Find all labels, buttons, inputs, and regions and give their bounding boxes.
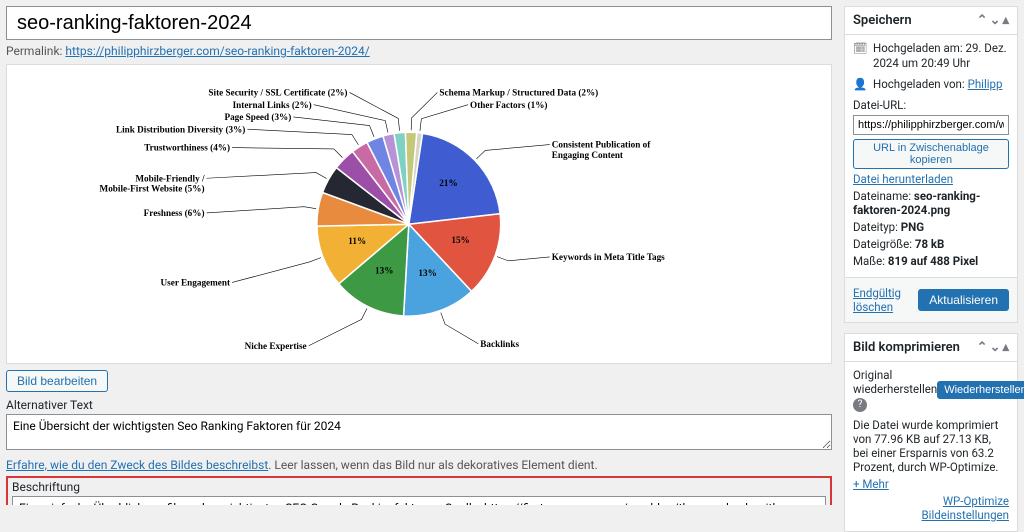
svg-text:Keywords in Meta Title Tags: Keywords in Meta Title Tags [552, 252, 665, 262]
svg-text:Trustworthiness (4%): Trustworthiness (4%) [144, 143, 230, 153]
title-input[interactable] [6, 6, 832, 40]
svg-text:Niche Expertise: Niche Expertise [245, 341, 307, 351]
permalink: Permalink: https://philipphirzberger.com… [6, 44, 832, 58]
file-url-input[interactable] [853, 115, 1009, 135]
svg-text:13%: 13% [418, 268, 436, 278]
svg-text:Internal Links (2%): Internal Links (2%) [233, 100, 312, 110]
help-icon[interactable]: ? [853, 398, 867, 412]
more-link[interactable]: + Mehr [853, 477, 889, 491]
calendar-icon: 🗓 [853, 41, 867, 56]
alt-text-help: Erfahre, wie du den Zweck des Bildes bes… [6, 458, 832, 472]
permalink-url[interactable]: https://philipphirzberger.com/seo-rankin… [65, 44, 369, 58]
caption-highlighted: Beschriftung [6, 476, 832, 505]
svg-text:Page Speed (3%): Page Speed (3%) [224, 112, 291, 122]
svg-text:Freshness (6%): Freshness (6%) [144, 208, 205, 218]
delete-link[interactable]: Endgültig löschen [853, 286, 918, 314]
alt-text-label: Alternativer Text [6, 398, 832, 412]
svg-text:User Engagement: User Engagement [161, 278, 231, 288]
alt-text-input[interactable] [6, 414, 832, 450]
attachment-image: 21% 15% 13% 13% 11% Consistent Publication of… [6, 64, 832, 364]
caption-input[interactable] [12, 496, 826, 505]
svg-text:Backlinks: Backlinks [480, 339, 519, 349]
svg-text:Mobile-Friendly /: Mobile-Friendly / [135, 173, 205, 183]
svg-text:Consistent Publication of: Consistent Publication of [552, 140, 651, 150]
svg-text:21%: 21% [439, 178, 457, 188]
restore-button[interactable]: Wiederherstellen [937, 381, 1024, 399]
caption-label: Beschriftung [12, 480, 826, 494]
update-button[interactable]: Aktualisieren [918, 289, 1009, 311]
permalink-label: Permalink: [6, 44, 62, 58]
save-panel: Speichern ⌃⌄▴ 🗓Hochgeladen am: 29. Dez. … [844, 6, 1018, 323]
svg-text:Site Security / SSL Certificat: Site Security / SSL Certificate (2%) [208, 88, 347, 98]
svg-text:Engaging Content: Engaging Content [552, 150, 624, 160]
svg-text:Schema Markup / Structured Dat: Schema Markup / Structured Data (2%) [439, 88, 598, 98]
alt-text-help-link[interactable]: Erfahre, wie du den Zweck des Bildes bes… [6, 458, 268, 472]
svg-text:11%: 11% [348, 236, 366, 246]
edit-image-button[interactable]: Bild bearbeiten [6, 370, 108, 392]
svg-text:15%: 15% [451, 235, 469, 245]
toggle-icon[interactable]: ▴ [1002, 340, 1009, 355]
svg-text:Other Factors (1%): Other Factors (1%) [470, 100, 547, 110]
chevron-up-icon[interactable]: ⌃ [977, 13, 988, 28]
svg-text:Link Distribution Diversity (3: Link Distribution Diversity (3%) [116, 124, 245, 134]
svg-text:Mobile-First Website (5%): Mobile-First Website (5%) [100, 184, 205, 194]
svg-text:13%: 13% [375, 266, 393, 276]
download-link[interactable]: Datei herunterladen [853, 172, 953, 186]
compress-panel-header[interactable]: Bild komprimieren ⌃⌄▴ [845, 334, 1017, 362]
settings-link[interactable]: WP-Optimize Bildeinstellungen [922, 494, 1009, 522]
chevron-down-icon[interactable]: ⌄ [990, 13, 1001, 28]
copy-url-button[interactable]: URL in Zwischenablage kopieren [853, 139, 1009, 169]
toggle-icon[interactable]: ▴ [1002, 13, 1009, 28]
compress-panel: Bild komprimieren ⌃⌄▴ Original wiederher… [844, 333, 1018, 532]
save-panel-header[interactable]: Speichern ⌃⌄▴ [845, 7, 1017, 35]
uploader-link[interactable]: Philipp [968, 77, 1003, 91]
user-icon: 👤 [853, 77, 867, 92]
chevron-down-icon[interactable]: ⌄ [990, 340, 1001, 355]
chevron-up-icon[interactable]: ⌃ [977, 340, 988, 355]
